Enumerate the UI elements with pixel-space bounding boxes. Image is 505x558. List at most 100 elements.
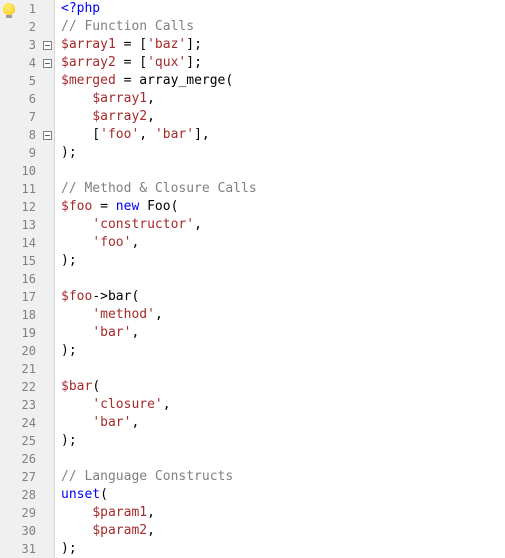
gutter-row: 24: [0, 414, 54, 432]
code-line[interactable]: $array1 = ['baz'];: [61, 36, 505, 54]
lightbulb-icon[interactable]: [3, 3, 15, 15]
line-number: 24: [18, 414, 40, 432]
token-default: = [: [116, 55, 147, 70]
gutter-row: 9: [0, 144, 54, 162]
code-line[interactable]: // Method & Closure Calls: [61, 180, 505, 198]
line-number: 30: [18, 522, 40, 540]
code-line[interactable]: [61, 360, 505, 378]
token-default: ,: [139, 127, 155, 142]
fold-collapse-icon[interactable]: [43, 59, 52, 68]
line-number: 28: [18, 486, 40, 504]
code-line[interactable]: 'bar',: [61, 414, 505, 432]
token-func: bar: [108, 289, 131, 304]
code-line[interactable]: $merged = array_merge(: [61, 72, 505, 90]
token-default: =: [92, 199, 115, 214]
line-number: 31: [18, 540, 40, 558]
line-number: 1: [18, 0, 40, 18]
gutter-row: 13: [0, 216, 54, 234]
line-number: 25: [18, 432, 40, 450]
editor-gutter: 1234567891011121314151617181920212223242…: [0, 0, 55, 558]
token-comment: // Language Constructs: [61, 469, 233, 484]
code-line[interactable]: <?php: [61, 0, 505, 18]
token-default: ,: [163, 397, 171, 412]
code-line[interactable]: );: [61, 144, 505, 162]
token-var: $foo: [61, 289, 92, 304]
token-default: [61, 505, 92, 520]
code-line[interactable]: );: [61, 252, 505, 270]
code-line[interactable]: [61, 270, 505, 288]
line-number: 6: [18, 90, 40, 108]
gutter-row: 12: [0, 198, 54, 216]
token-default: );: [61, 541, 77, 556]
code-line[interactable]: 'bar',: [61, 324, 505, 342]
token-default: (: [131, 289, 139, 304]
gutter-row: 21: [0, 360, 54, 378]
gutter-row: 2: [0, 18, 54, 36]
line-number: 18: [18, 306, 40, 324]
code-line[interactable]: unset(: [61, 486, 505, 504]
gutter-row: 6: [0, 90, 54, 108]
gutter-row: 17: [0, 288, 54, 306]
token-string: 'method': [92, 307, 155, 322]
token-default: (: [100, 487, 108, 502]
token-default: );: [61, 433, 77, 448]
token-default: ],: [194, 127, 210, 142]
code-line[interactable]: // Language Constructs: [61, 468, 505, 486]
line-number: 21: [18, 360, 40, 378]
token-default: = [: [116, 37, 147, 52]
line-number: 3: [18, 36, 40, 54]
gutter-row: 23: [0, 396, 54, 414]
code-line[interactable]: 'foo',: [61, 234, 505, 252]
code-area[interactable]: <?php// Function Calls$array1 = ['baz'];…: [55, 0, 505, 558]
token-default: [61, 91, 92, 106]
code-line[interactable]: ['foo', 'bar'],: [61, 126, 505, 144]
fold-collapse-icon[interactable]: [43, 131, 52, 140]
line-number: 17: [18, 288, 40, 306]
code-line[interactable]: );: [61, 432, 505, 450]
code-line[interactable]: $foo = new Foo(: [61, 198, 505, 216]
token-default: =: [116, 73, 139, 88]
token-string: 'closure': [92, 397, 162, 412]
gutter-row: 7: [0, 108, 54, 126]
line-number: 27: [18, 468, 40, 486]
token-default: ,: [147, 505, 155, 520]
token-string: 'foo': [100, 127, 139, 142]
code-line[interactable]: 'method',: [61, 306, 505, 324]
token-var: $param1: [92, 505, 147, 520]
line-number: 7: [18, 108, 40, 126]
token-default: (: [171, 199, 179, 214]
token-string: 'qux': [147, 55, 186, 70]
token-var: $array1: [61, 37, 116, 52]
token-var: $merged: [61, 73, 116, 88]
fold-column: [40, 41, 54, 50]
code-line[interactable]: 'constructor',: [61, 216, 505, 234]
token-var: $param2: [92, 523, 147, 538]
code-line[interactable]: $array2,: [61, 108, 505, 126]
line-number: 5: [18, 72, 40, 90]
gutter-row: 8: [0, 126, 54, 144]
code-line[interactable]: // Function Calls: [61, 18, 505, 36]
code-line[interactable]: [61, 450, 505, 468]
code-line[interactable]: $param1,: [61, 504, 505, 522]
line-number: 8: [18, 126, 40, 144]
code-line[interactable]: );: [61, 342, 505, 360]
token-default: [61, 523, 92, 538]
code-line[interactable]: $array2 = ['qux'];: [61, 54, 505, 72]
token-keyword: unset: [61, 487, 100, 502]
gutter-row: 30: [0, 522, 54, 540]
line-number: 22: [18, 378, 40, 396]
token-default: [61, 325, 92, 340]
code-line[interactable]: 'closure',: [61, 396, 505, 414]
token-default: );: [61, 343, 77, 358]
code-line[interactable]: $array1,: [61, 90, 505, 108]
code-line[interactable]: );: [61, 540, 505, 558]
fold-collapse-icon[interactable]: [43, 41, 52, 50]
gutter-row: 3: [0, 36, 54, 54]
token-default: ,: [155, 307, 163, 322]
line-number: 16: [18, 270, 40, 288]
code-line[interactable]: $foo->bar(: [61, 288, 505, 306]
code-line[interactable]: $bar(: [61, 378, 505, 396]
token-default: ,: [147, 523, 155, 538]
code-line[interactable]: [61, 162, 505, 180]
code-line[interactable]: $param2,: [61, 522, 505, 540]
